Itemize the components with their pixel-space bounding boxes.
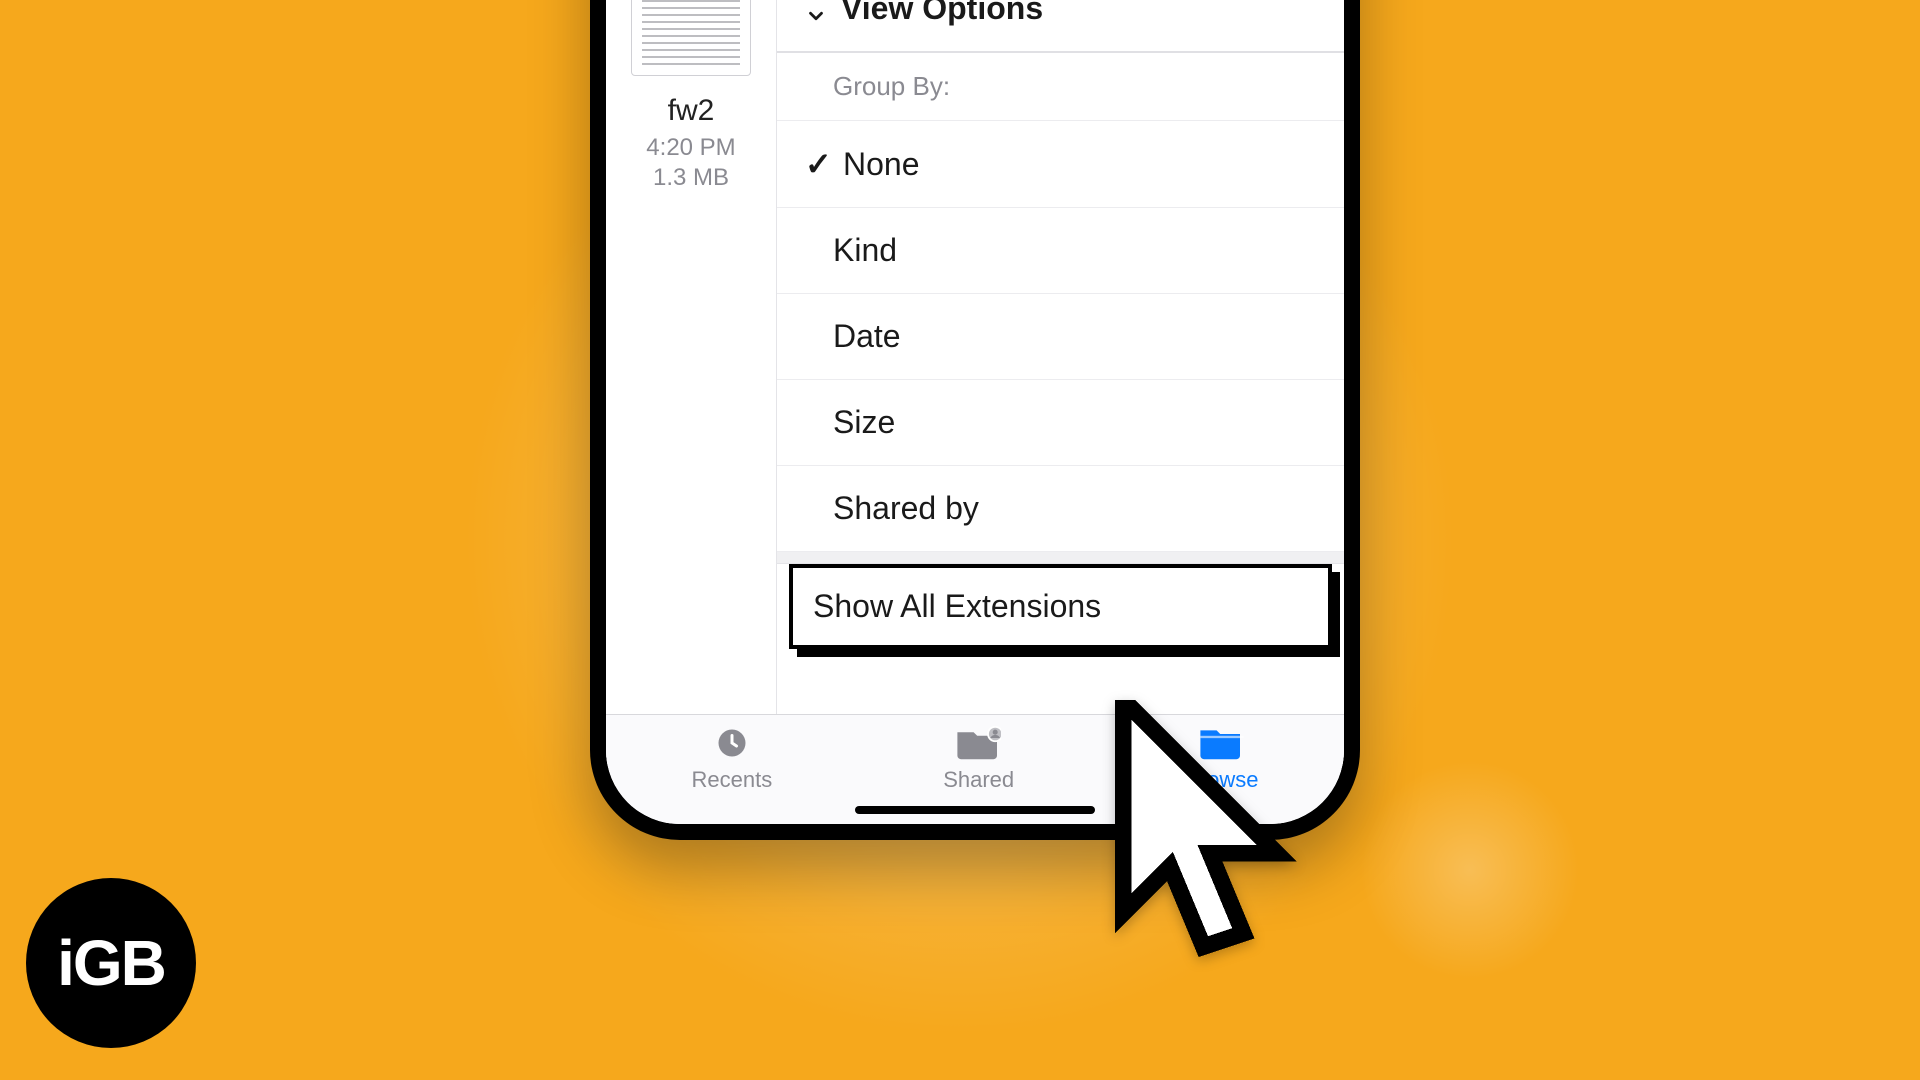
group-by-none[interactable]: ✓ None (777, 121, 1344, 208)
group-by-date-label: Date (833, 318, 901, 355)
file-time: 4:20 PM (606, 134, 776, 162)
group-by-label: Group By: (777, 53, 1344, 121)
group-by-kind[interactable]: Kind (777, 208, 1344, 294)
phone-frame: fw2 4:20 PM 1.3 MB View Options Group By… (590, 0, 1360, 840)
tab-recents-label: Recents (691, 767, 772, 793)
igb-logo: iGB (26, 878, 196, 1048)
view-options-header[interactable]: View Options (777, 0, 1344, 53)
file-item[interactable]: fw2 4:20 PM 1.3 MB (606, 0, 776, 714)
tab-recents[interactable]: Recents (691, 725, 772, 793)
view-options-title: View Options (841, 0, 1043, 27)
spotlight-glow-small (1360, 760, 1580, 980)
checkmark-icon: ✓ (805, 145, 827, 183)
tab-browse-label: Browse (1185, 767, 1258, 793)
file-thumbnail-icon (631, 0, 751, 76)
files-app: fw2 4:20 PM 1.3 MB View Options Group By… (606, 0, 1344, 824)
group-by-kind-label: Kind (833, 232, 897, 269)
chevron-down-icon (805, 0, 827, 20)
phone-screen: fw2 4:20 PM 1.3 MB View Options Group By… (606, 0, 1344, 824)
igb-logo-text: iGB (57, 926, 165, 1000)
content-area: fw2 4:20 PM 1.3 MB View Options Group By… (606, 0, 1344, 714)
menu-separator (777, 552, 1344, 564)
file-name: fw2 (606, 94, 776, 128)
group-by-none-label: None (843, 146, 920, 183)
folder-icon (1200, 725, 1244, 761)
home-indicator[interactable] (855, 806, 1095, 814)
tab-bar: Recents Shared Browse (606, 714, 1344, 824)
file-size: 1.3 MB (606, 164, 776, 192)
group-by-shared-by[interactable]: Shared by (777, 466, 1344, 552)
shared-folder-icon (957, 725, 1001, 761)
tab-browse[interactable]: Browse (1185, 725, 1258, 793)
view-options-menu: View Options Group By: ✓ None Kind Date (776, 0, 1344, 714)
tab-shared-label: Shared (943, 767, 1014, 793)
tab-shared[interactable]: Shared (943, 725, 1014, 793)
show-all-extensions-label: Show All Extensions (813, 588, 1101, 624)
group-by-date[interactable]: Date (777, 294, 1344, 380)
clock-icon (710, 725, 754, 761)
group-by-size[interactable]: Size (777, 380, 1344, 466)
show-all-extensions-button[interactable]: Show All Extensions (789, 564, 1332, 649)
group-by-size-label: Size (833, 404, 895, 441)
group-by-shared-by-label: Shared by (833, 490, 979, 527)
